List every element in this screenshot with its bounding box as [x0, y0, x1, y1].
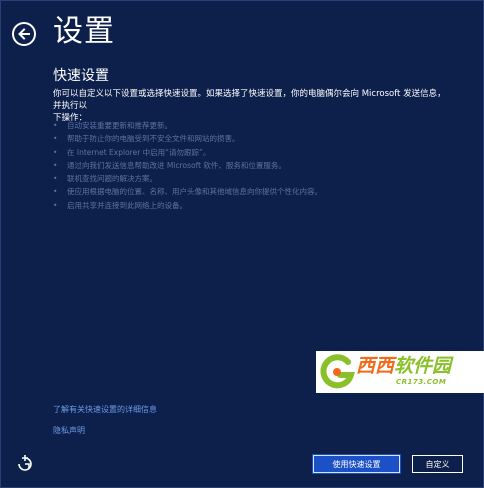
express-settings-list: 自动安装重要更新和推荐更新。 帮助于防止你的电脑受到不安全文件和网站的损害。 在…: [53, 119, 433, 212]
watermark-brand-b: 软件园: [394, 355, 452, 377]
watermark-brand-a: 西西: [356, 355, 395, 377]
learn-more-link[interactable]: 了解有关快速设置的详细信息: [53, 404, 157, 416]
logo-g-icon: [320, 354, 355, 389]
back-button[interactable]: [12, 22, 36, 46]
list-item: 联机查找问题的解决方案。: [53, 172, 433, 186]
list-item: 自动安装重要更新和推荐更新。: [53, 119, 433, 133]
back-arrow-icon: [18, 28, 30, 40]
customize-button[interactable]: 自定义: [412, 455, 463, 473]
list-item: 通过向我们发送信息帮助改进 Microsoft 软件、服务和位置服务。: [53, 159, 433, 173]
use-express-settings-button[interactable]: 使用快速设置: [312, 454, 401, 474]
page-title: 设置: [53, 14, 115, 49]
list-item: 使应用根据电脑的位置、名称、用户头像和其他域信息向你提供个性化内容。: [53, 185, 433, 199]
watermark-url: CR173.COM: [396, 378, 447, 386]
ease-of-access-icon[interactable]: [16, 454, 34, 472]
watermark-logo: 西西软件园 CR173.COM: [316, 351, 484, 393]
watermark-brand: 西西软件园: [356, 355, 451, 377]
list-item: 帮助于防止你的电脑受到不安全文件和网站的损害。: [53, 132, 433, 146]
list-item: 启用共享并连接到此网络上的设备。: [53, 199, 433, 213]
privacy-link[interactable]: 隐私声明: [53, 425, 85, 437]
intro-line-1: 你可以自定义以下设置或选择快速设置。如果选择了快速设置，你的电脑偶尔会向 Mic…: [53, 89, 446, 111]
list-item: 在 Internet Explorer 中启用“请勿跟踪”。: [53, 146, 433, 160]
section-subtitle: 快速设置: [53, 68, 109, 84]
